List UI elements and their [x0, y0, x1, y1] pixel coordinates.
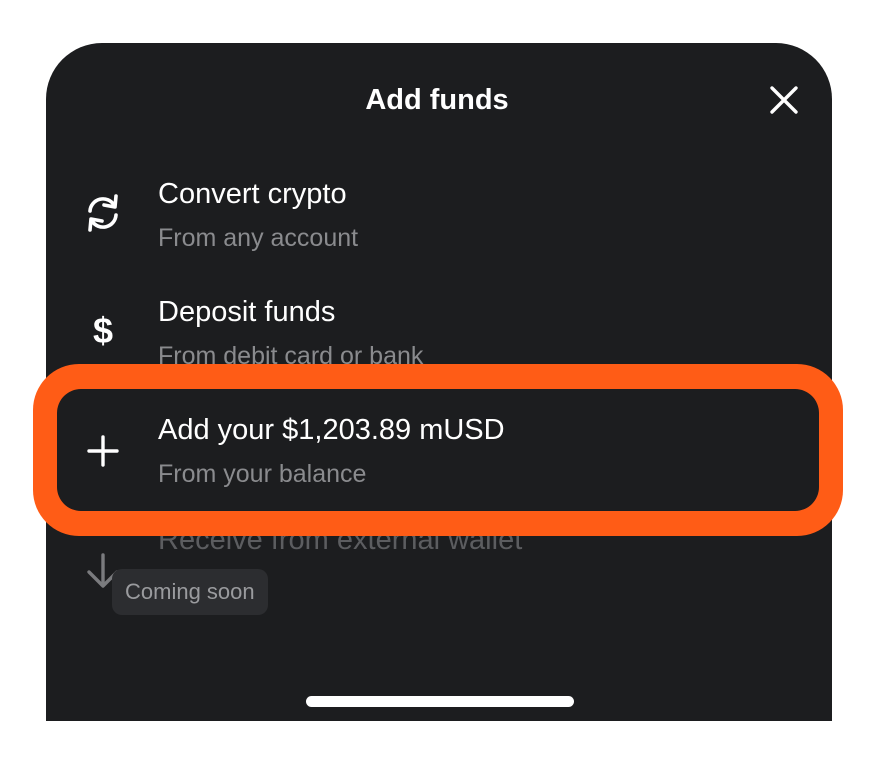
coming-soon-badge: Coming soon [112, 569, 268, 615]
convert-crypto-option[interactable]: Convert crypto From any account [46, 170, 832, 270]
dollar-icon-wrap: $ [78, 306, 128, 356]
home-indicator[interactable] [306, 696, 574, 707]
close-button[interactable] [766, 82, 802, 118]
option-subtitle: From your balance [158, 460, 367, 488]
plus-icon [87, 435, 119, 467]
option-subtitle: From any account [158, 224, 359, 252]
plus-icon-wrap [78, 426, 128, 476]
add-musd-option[interactable]: Add your $1,203.89 mUSD From your balanc… [46, 406, 832, 506]
option-title: Add your $1,203.89 mUSD [158, 414, 505, 446]
refresh-icon [88, 194, 118, 232]
option-title: Deposit funds [158, 296, 336, 328]
option-title: Convert crypto [158, 178, 347, 210]
convert-icon-wrap [78, 188, 128, 238]
dollar-icon: $ [92, 310, 114, 351]
sheet-title: Add funds [365, 84, 509, 116]
close-icon [770, 86, 798, 114]
deposit-funds-option[interactable]: $ Deposit funds From debit card or bank [46, 288, 832, 368]
